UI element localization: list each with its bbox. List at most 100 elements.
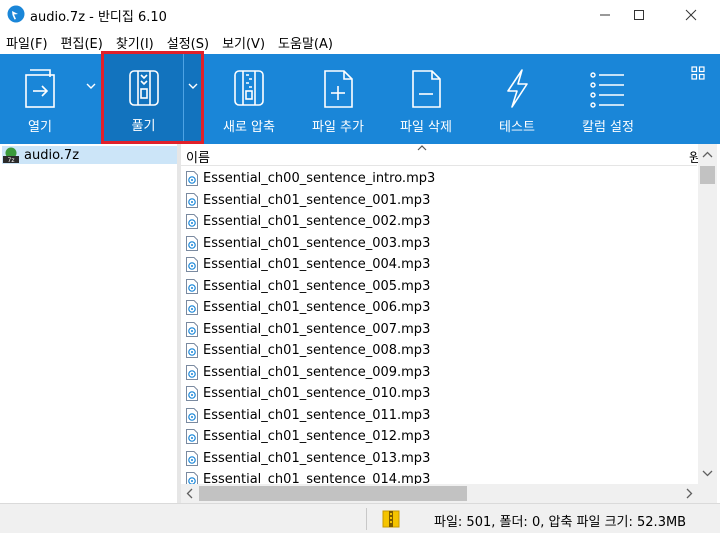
extract-dropdown-arrow-icon[interactable] xyxy=(187,81,199,91)
column-settings-label: 칼럼 설정 xyxy=(582,120,634,135)
file-row[interactable]: Essential_ch01_sentence_013.mp3 xyxy=(181,448,697,470)
svg-text:7z: 7z xyxy=(8,157,15,163)
scrollbar-corner xyxy=(698,484,717,503)
archive-status-icon xyxy=(382,510,400,528)
sort-ascending-icon xyxy=(417,145,427,151)
folder-tree-panel: 7z audio.7z xyxy=(0,144,177,503)
scroll-down-icon[interactable] xyxy=(698,464,717,482)
column-header-name[interactable]: 이름 xyxy=(186,147,210,166)
bandizip-window: audio.7z - 반디집 6.10 파일(F) 편집(E) 찾기(I) 설정… xyxy=(0,0,720,533)
layout-grid-icon[interactable] xyxy=(691,66,705,80)
file-row[interactable]: Essential_ch01_sentence_009.mp3 xyxy=(181,362,697,384)
list-header: 이름 원 xyxy=(181,144,701,166)
tree-item-label: audio.7z xyxy=(24,147,80,163)
file-list: 이름 원 Essential_ch00_sentence_intro.mp3 Es… xyxy=(181,144,720,503)
list-icon xyxy=(590,72,624,108)
audio-file-icon xyxy=(186,386,198,402)
file-rows: Essential_ch00_sentence_intro.mp3 Essenti… xyxy=(181,168,697,491)
file-name: Essential_ch01_sentence_008.mp3 xyxy=(203,343,431,359)
menu-find[interactable]: 찾기(I) xyxy=(116,33,159,52)
file-row[interactable]: Essential_ch01_sentence_011.mp3 xyxy=(181,405,697,427)
file-row[interactable]: Essential_ch01_sentence_004.mp3 xyxy=(181,254,697,276)
extract-zipper-icon xyxy=(128,70,159,106)
vertical-scroll-thumb[interactable] xyxy=(700,166,715,184)
file-row[interactable]: Essential_ch01_sentence_001.mp3 xyxy=(181,190,697,212)
file-name: Essential_ch01_sentence_005.mp3 xyxy=(203,278,431,294)
add-file-button[interactable]: 파일 추가 xyxy=(302,54,374,144)
new-archive-button[interactable]: 새로 압축 xyxy=(213,54,285,144)
audio-file-icon xyxy=(186,235,198,251)
horizontal-scroll-thumb[interactable] xyxy=(199,486,467,501)
file-name: Essential_ch01_sentence_009.mp3 xyxy=(203,364,431,380)
file-row[interactable]: Essential_ch01_sentence_010.mp3 xyxy=(181,383,697,405)
file-name: Essential_ch01_sentence_007.mp3 xyxy=(203,321,431,337)
audio-file-icon xyxy=(186,364,198,380)
window-title: audio.7z - 반디집 6.10 xyxy=(30,10,167,25)
title-bar: audio.7z - 반디집 6.10 xyxy=(0,0,720,30)
delete-file-icon xyxy=(412,70,441,108)
tree-item-archive[interactable]: 7z audio.7z xyxy=(2,146,177,164)
open-dropdown-arrow-icon[interactable] xyxy=(85,81,97,91)
vertical-scrollbar[interactable] xyxy=(698,144,717,484)
audio-file-icon xyxy=(186,278,198,294)
file-name: Essential_ch01_sentence_010.mp3 xyxy=(203,386,431,402)
menu-help[interactable]: 도움말(A) xyxy=(278,33,338,52)
audio-file-icon xyxy=(186,192,198,208)
scroll-left-icon[interactable] xyxy=(181,484,199,503)
test-label: 테스트 xyxy=(499,120,535,135)
delete-file-label: 파일 삭제 xyxy=(400,120,452,135)
file-row[interactable]: Essential_ch01_sentence_003.mp3 xyxy=(181,233,697,255)
extract-split-divider xyxy=(183,54,184,141)
menu-file[interactable]: 파일(F) xyxy=(6,33,53,52)
file-row[interactable]: Essential_ch00_sentence_intro.mp3 xyxy=(181,168,697,190)
file-name: Essential_ch01_sentence_004.mp3 xyxy=(203,257,431,273)
column-settings-button[interactable]: 칼럼 설정 xyxy=(572,54,644,144)
audio-file-icon xyxy=(186,300,198,316)
file-name: Essential_ch01_sentence_001.mp3 xyxy=(203,192,431,208)
file-row[interactable]: Essential_ch01_sentence_006.mp3 xyxy=(181,297,697,319)
minimize-icon xyxy=(600,14,610,16)
maximize-icon xyxy=(634,10,644,20)
open-button[interactable]: 열기 xyxy=(0,54,80,144)
status-text: 파일: 501, 폴더: 0, 압축 파일 크기: 52.3MB xyxy=(434,515,687,530)
audio-file-icon xyxy=(186,429,198,445)
horizontal-scrollbar[interactable] xyxy=(181,484,698,503)
open-icon xyxy=(25,69,55,108)
file-row[interactable]: Essential_ch01_sentence_005.mp3 xyxy=(181,276,697,298)
menu-view[interactable]: 보기(V) xyxy=(222,33,270,52)
menu-edit[interactable]: 편집(E) xyxy=(61,33,108,52)
audio-file-icon xyxy=(186,214,198,230)
lightning-icon xyxy=(507,69,528,108)
status-bar: 파일: 501, 폴더: 0, 압축 파일 크기: 52.3MB xyxy=(0,503,720,533)
file-name: Essential_ch01_sentence_003.mp3 xyxy=(203,235,431,251)
file-row[interactable]: Essential_ch01_sentence_008.mp3 xyxy=(181,340,697,362)
extract-button[interactable]: 풀기 xyxy=(104,54,183,141)
audio-file-icon xyxy=(186,343,198,359)
file-row[interactable]: Essential_ch01_sentence_007.mp3 xyxy=(181,319,697,341)
audio-file-icon xyxy=(186,171,198,187)
close-button[interactable] xyxy=(668,0,714,30)
new-archive-icon xyxy=(234,70,264,106)
test-button[interactable]: 테스트 xyxy=(481,54,553,144)
maximize-button[interactable] xyxy=(616,0,662,30)
file-name: Essential_ch01_sentence_013.mp3 xyxy=(203,450,431,466)
bandizip-app-icon xyxy=(7,5,25,23)
scroll-up-icon[interactable] xyxy=(698,146,717,164)
scroll-right-icon[interactable] xyxy=(680,484,698,503)
open-label: 열기 xyxy=(28,120,52,135)
audio-file-icon xyxy=(186,257,198,273)
add-file-icon xyxy=(324,70,353,108)
file-row[interactable]: Essential_ch01_sentence_002.mp3 xyxy=(181,211,697,233)
file-name: Essential_ch01_sentence_006.mp3 xyxy=(203,300,431,316)
close-icon xyxy=(685,9,697,21)
delete-file-button[interactable]: 파일 삭제 xyxy=(390,54,462,144)
file-name: Essential_ch01_sentence_002.mp3 xyxy=(203,214,431,230)
menu-settings[interactable]: 설정(S) xyxy=(167,33,214,52)
7z-archive-icon: 7z xyxy=(3,147,19,163)
file-name: Essential_ch01_sentence_012.mp3 xyxy=(203,429,431,445)
extract-button-group: 풀기 xyxy=(101,51,204,144)
file-row[interactable]: Essential_ch01_sentence_012.mp3 xyxy=(181,426,697,448)
file-name: Essential_ch01_sentence_011.mp3 xyxy=(203,407,431,423)
audio-file-icon xyxy=(186,407,198,423)
new-archive-label: 새로 압축 xyxy=(223,120,275,135)
